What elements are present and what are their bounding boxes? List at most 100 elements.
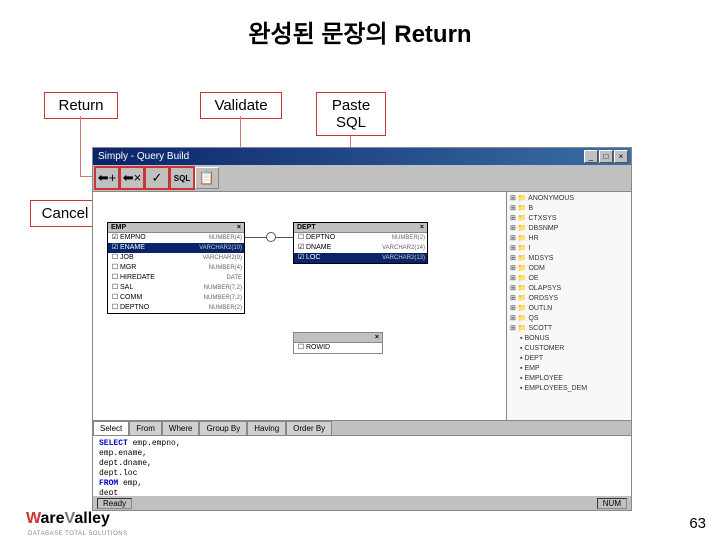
tree-item[interactable]: ANONYMOUS: [509, 194, 629, 204]
column-type: NUMBER(2): [392, 233, 425, 243]
minimize-button[interactable]: _: [584, 150, 598, 163]
column-type: NUMBER(2): [209, 303, 242, 313]
close-icon[interactable]: ×: [237, 224, 241, 231]
callout-validate: Validate: [200, 92, 282, 119]
table-row[interactable]: ☑ENAMEVARCHAR2(10): [108, 243, 244, 253]
table-row[interactable]: ☐DEPTNONUMBER(2): [294, 233, 427, 243]
logo: WareValley: [26, 510, 110, 528]
tab-order-by[interactable]: Order By: [286, 421, 332, 435]
tree-item[interactable]: B: [509, 204, 629, 214]
table-row[interactable]: ☑EMPNONUMBER(4): [108, 233, 244, 243]
table-row[interactable]: ☐HIREDATEDATE: [108, 273, 244, 283]
related-item[interactable]: ROWID: [306, 343, 380, 353]
diagram-canvas[interactable]: EMP × ☑EMPNONUMBER(4)☑ENAMEVARCHAR2(10)☐…: [93, 192, 506, 420]
tree-item[interactable]: MDSYS: [509, 254, 629, 264]
tree-item[interactable]: OE: [509, 274, 629, 284]
join-node[interactable]: [266, 232, 276, 242]
column-name: HIREDATE: [120, 273, 226, 283]
table-dept-header[interactable]: DEPT ×: [294, 223, 427, 233]
column-name: MGR: [120, 263, 209, 273]
status-bar: Ready NUM: [93, 495, 631, 510]
app-window: Simply - Query Build _ □ × ⬅+ ⬅× ✓ SQL 📋…: [92, 147, 632, 511]
table-row[interactable]: ☐JOBVARCHAR2(9): [108, 253, 244, 263]
schema-tree[interactable]: ANONYMOUSBCTXSYSDBSNMPHRIMDSYSODMOEOLAPS…: [506, 192, 631, 420]
callout-return: Return: [44, 92, 118, 119]
page-title: 완성된 문장의 Return: [0, 0, 720, 59]
status-text: Ready: [97, 498, 132, 509]
tab-where[interactable]: Where: [162, 421, 200, 435]
checkbox-icon[interactable]: ☐: [110, 273, 120, 283]
tree-item[interactable]: QS: [509, 314, 629, 324]
checkbox-icon[interactable]: ☐: [296, 233, 306, 243]
tree-item[interactable]: CTXSYS: [509, 214, 629, 224]
column-name: COMM: [120, 293, 204, 303]
checkbox-icon[interactable]: ☐: [110, 283, 120, 293]
checkbox-icon[interactable]: ☑: [110, 233, 120, 243]
tree-item[interactable]: DEPT: [519, 354, 629, 364]
cancel-button[interactable]: ⬅×: [120, 167, 144, 189]
tree-item[interactable]: HR: [509, 234, 629, 244]
tab-from[interactable]: From: [129, 421, 162, 435]
column-name: ENAME: [120, 243, 199, 253]
table-emp[interactable]: EMP × ☑EMPNONUMBER(4)☑ENAMEVARCHAR2(10)☐…: [107, 222, 245, 314]
close-icon[interactable]: ×: [375, 334, 379, 341]
tree-item[interactable]: EMP: [519, 364, 629, 374]
table-row[interactable]: ☐SALNUMBER(7,2): [108, 283, 244, 293]
sql-tabs: SelectFromWhereGroup ByHavingOrder By: [93, 420, 631, 435]
tab-select[interactable]: Select: [93, 421, 129, 435]
checkbox-icon[interactable]: ☑: [296, 253, 306, 263]
table-row[interactable]: ☐DEPTNONUMBER(2): [108, 303, 244, 313]
table-dept-name: DEPT: [297, 224, 316, 231]
tab-group-by[interactable]: Group By: [199, 421, 247, 435]
table-row[interactable]: ☐MGRNUMBER(4): [108, 263, 244, 273]
column-type: VARCHAR2(10): [199, 243, 242, 253]
toolbar: ⬅+ ⬅× ✓ SQL 📋: [93, 165, 631, 192]
checkbox-icon[interactable]: ☑: [110, 243, 120, 253]
clipboard-button[interactable]: 📋: [195, 167, 219, 189]
maximize-button[interactable]: □: [599, 150, 613, 163]
callout-cancel: Cancel: [30, 200, 100, 227]
tree-item[interactable]: ORDSYS: [509, 294, 629, 304]
validate-button[interactable]: ✓: [145, 167, 169, 189]
tree-item[interactable]: BONUS: [519, 334, 629, 344]
return-button[interactable]: ⬅+: [95, 167, 119, 189]
tree-item[interactable]: EMPLOYEE: [519, 374, 629, 384]
related-box[interactable]: × ☐ROWID: [293, 332, 383, 354]
table-emp-header[interactable]: EMP ×: [108, 223, 244, 233]
column-type: NUMBER(4): [209, 233, 242, 243]
sql-editor[interactable]: SELECT emp.empno, emp.ename, dept.dname,…: [93, 435, 631, 495]
column-type: NUMBER(7,2): [204, 283, 242, 293]
column-name: SAL: [120, 283, 204, 293]
checkbox-icon[interactable]: ☐: [110, 303, 120, 313]
close-button[interactable]: ×: [614, 150, 628, 163]
table-row[interactable]: ☑DNAMEVARCHAR2(14): [294, 243, 427, 253]
tree-item[interactable]: CUSTOMER: [519, 344, 629, 354]
table-row[interactable]: ☐COMMNUMBER(7,2): [108, 293, 244, 303]
checkbox-icon[interactable]: ☑: [296, 243, 306, 253]
tree-item[interactable]: ODM: [509, 264, 629, 274]
tree-item[interactable]: I: [509, 244, 629, 254]
tree-item[interactable]: OUTLN: [509, 304, 629, 314]
column-type: NUMBER(4): [209, 263, 242, 273]
column-name: DNAME: [306, 243, 382, 253]
close-icon[interactable]: ×: [420, 224, 424, 231]
tree-item[interactable]: EMPLOYEES_DEM: [519, 384, 629, 394]
logo-subtitle: DATABASE TOTAL SOLUTIONS: [28, 531, 128, 537]
column-name: LOC: [306, 253, 382, 263]
status-num: NUM: [597, 498, 627, 509]
window-title-text: Simply - Query Build: [96, 151, 583, 162]
titlebar: Simply - Query Build _ □ ×: [93, 148, 631, 165]
tab-having[interactable]: Having: [247, 421, 286, 435]
callout-paste: Paste SQL: [316, 92, 386, 136]
checkbox-icon[interactable]: ☐: [110, 253, 120, 263]
tree-item[interactable]: DBSNMP: [509, 224, 629, 234]
tree-item[interactable]: SCOTT: [509, 324, 629, 334]
checkbox-icon[interactable]: ☐: [110, 293, 120, 303]
table-dept[interactable]: DEPT × ☐DEPTNONUMBER(2)☑DNAMEVARCHAR2(14…: [293, 222, 428, 264]
column-type: VARCHAR2(14): [382, 243, 425, 253]
checkbox-icon[interactable]: ☐: [110, 263, 120, 273]
column-type: VARCHAR2(9): [202, 253, 242, 263]
paste-sql-button[interactable]: SQL: [170, 167, 194, 189]
table-row[interactable]: ☑LOCVARCHAR2(13): [294, 253, 427, 263]
tree-item[interactable]: OLAPSYS: [509, 284, 629, 294]
